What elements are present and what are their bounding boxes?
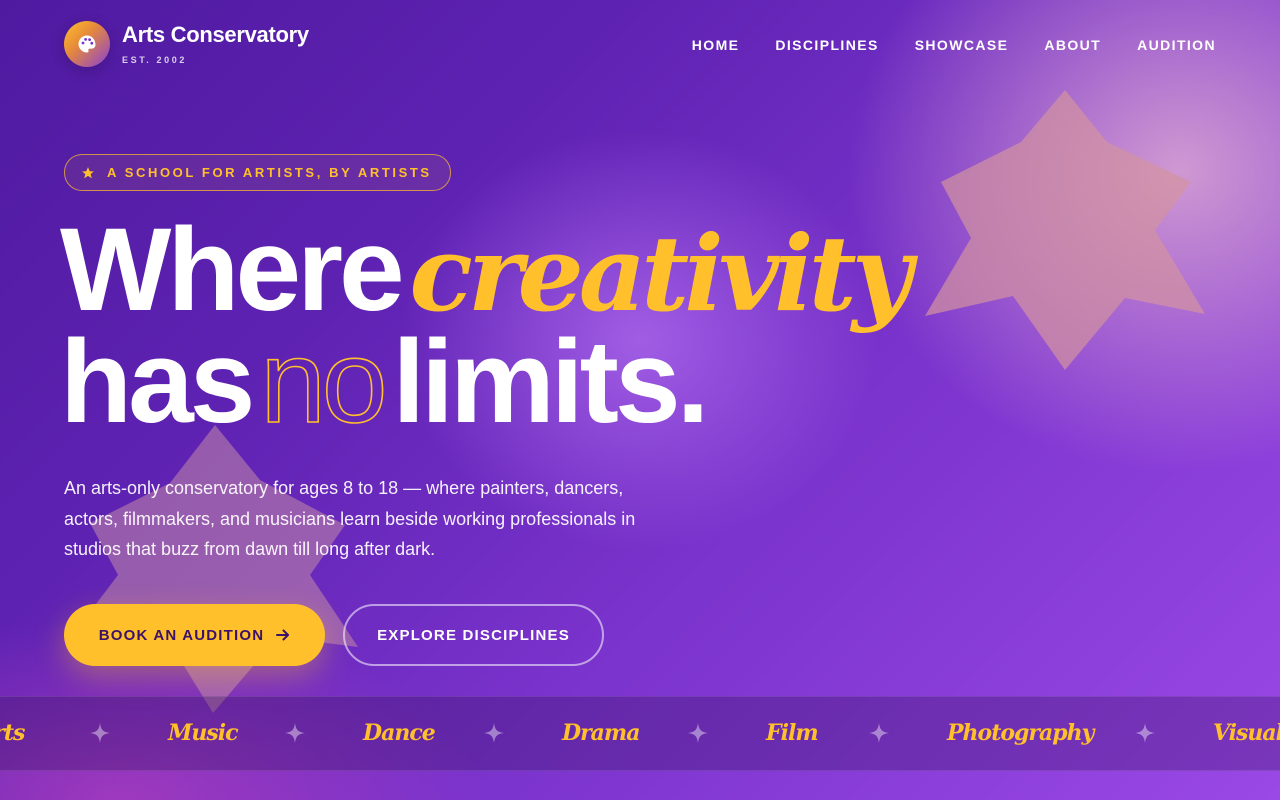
sparkle-icon [1135,723,1155,743]
arrow-right-icon [276,629,290,641]
decorative-star-shape [74,425,358,713]
palette-icon [64,21,110,67]
brand-name: Arts Conservatory [122,22,309,47]
marquee-item: Drama [562,720,640,746]
explore-disciplines-label: EXPLORE DISCIPLINES [377,626,570,644]
nav-about[interactable]: ABOUT [1044,37,1101,53]
nav-disciplines[interactable]: DISCIPLINES [775,37,878,53]
nav-showcase[interactable]: SHOWCASE [915,37,1009,53]
decorative-star-shape [925,90,1205,370]
marquee-item: Film [766,720,819,746]
disciplines-marquee: arts Music Dance Drama Film Photography … [0,696,1280,771]
brand[interactable]: Arts Conservatory EST. 2002 [64,21,309,67]
marquee-item: Visual A [1213,720,1280,746]
book-audition-button[interactable]: BOOK AN AUDITION [64,604,325,666]
marquee-item: Photography [947,720,1094,746]
nav-audition[interactable]: AUDITION [1137,37,1216,53]
marquee-item: arts [0,720,25,746]
hero-badge: A SCHOOL FOR ARTISTS, BY ARTISTS [64,154,451,191]
nav-home[interactable]: HOME [692,37,740,53]
headline-word: limits. [392,316,709,448]
marquee-item: Dance [363,720,436,746]
brand-established: EST. 2002 [122,55,187,65]
sparkle-icon [285,723,305,743]
marquee-item: Music [168,720,238,746]
hero-description: An arts-only conservatory for ages 8 to … [64,478,636,559]
badge-label: A SCHOOL FOR ARTISTS, BY ARTISTS [107,165,432,180]
explore-disciplines-button[interactable]: EXPLORE DISCIPLINES [343,604,604,666]
hero-headline: Where creativity has no limits. [60,211,912,442]
star-icon [82,166,94,178]
sparkle-icon [869,723,889,743]
headline-word: has [60,316,255,448]
sparkle-icon [484,723,504,743]
sparkle-icon [90,723,110,743]
sparkle-icon [688,723,708,743]
main-nav: HOME DISCIPLINES SHOWCASE ABOUT AUDITION [692,37,1216,53]
headline-outline-word: no [259,316,388,448]
book-audition-label: BOOK AN AUDITION [98,626,265,644]
